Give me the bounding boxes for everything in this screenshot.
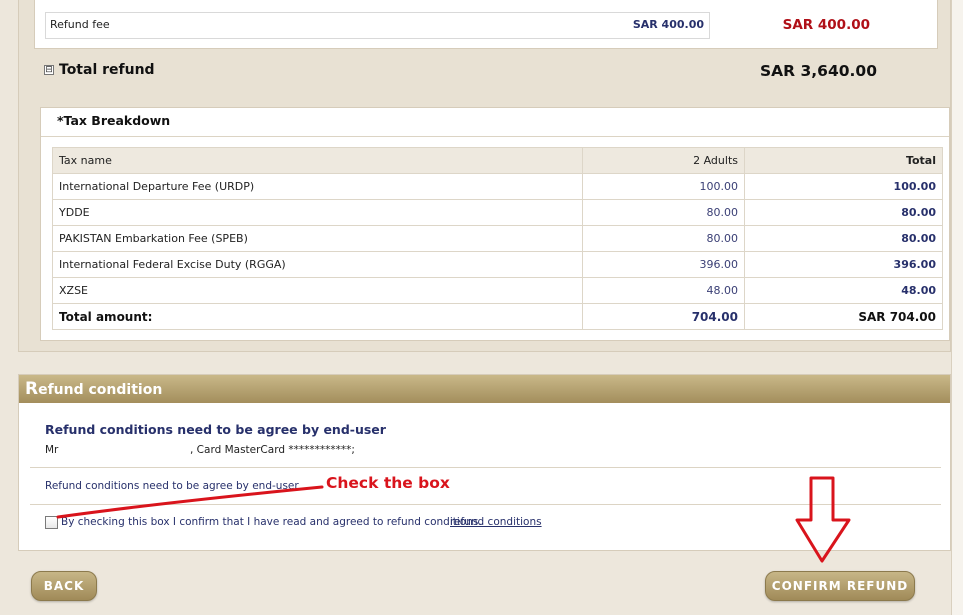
column-header-adults: 2 Adults	[582, 147, 745, 174]
tax-adults-cell: 80.00	[582, 199, 745, 226]
tax-total-cell: 100.00	[744, 173, 943, 200]
confirm-refund-button[interactable]: CONFIRM REFUND	[765, 571, 915, 601]
tax-total-cell: 48.00	[744, 277, 943, 304]
table-row: International Departure Fee (URDP) 100.0…	[52, 173, 943, 200]
page-right-edge	[951, 0, 963, 615]
agree-checkbox[interactable]	[45, 516, 58, 529]
total-refund-value: SAR 3,640.00	[760, 62, 877, 80]
tax-total-cell: 396.00	[744, 251, 943, 278]
table-row: International Federal Excise Duty (RGGA)…	[52, 251, 943, 278]
tax-name-cell: XZSE	[52, 277, 583, 304]
column-header-total: Total	[744, 147, 943, 174]
tax-name-cell: YDDE	[52, 199, 583, 226]
passenger-title: Mr	[45, 444, 59, 456]
total-amount-row: Total amount: 704.00 SAR 704.00	[52, 303, 943, 330]
collapse-icon[interactable]: ⊟	[44, 65, 54, 75]
tax-name-cell: International Departure Fee (URDP)	[52, 173, 583, 200]
total-amount-value: SAR 704.00	[744, 303, 943, 330]
table-row: YDDE 80.00 80.00	[52, 199, 943, 226]
refund-condition-heading: Refund conditions need to be agree by en…	[45, 422, 386, 437]
table-row: PAKISTAN Embarkation Fee (SPEB) 80.00 80…	[52, 225, 943, 252]
back-button[interactable]: BACK	[31, 571, 97, 601]
divider	[30, 504, 941, 505]
column-header-tax-name: Tax name	[52, 147, 583, 174]
tax-breakdown-title: *Tax Breakdown	[57, 113, 171, 128]
tax-adults-cell: 80.00	[582, 225, 745, 252]
tax-adults-cell: 396.00	[582, 251, 745, 278]
title-rest: efund condition	[38, 382, 163, 398]
total-amount-label: Total amount:	[52, 303, 583, 330]
annotation-label: Check the box	[326, 474, 450, 492]
tax-total-cell: 80.00	[744, 225, 943, 252]
tax-name-cell: PAKISTAN Embarkation Fee (SPEB)	[52, 225, 583, 252]
refund-condition-text: Refund conditions need to be agree by en…	[45, 480, 299, 492]
table-header-row: Tax name 2 Adults Total	[52, 147, 943, 174]
refund-condition-title: Refund condition	[25, 379, 162, 399]
tax-adults-cell: 100.00	[582, 173, 745, 200]
tax-name-cell: International Federal Excise Duty (RGGA)	[52, 251, 583, 278]
refund-conditions-link[interactable]: refund conditions	[450, 516, 542, 528]
table-row: XZSE 48.00 48.00	[52, 277, 943, 304]
divider	[41, 136, 949, 137]
refund-fee-value: SAR 400.00	[632, 18, 704, 31]
divider	[30, 467, 941, 468]
card-info: , Card MasterCard ************;	[190, 444, 355, 456]
refund-fee-label: Refund fee	[50, 18, 110, 31]
total-refund-label: Total refund	[59, 62, 155, 78]
tax-total-cell: 80.00	[744, 199, 943, 226]
agree-checkbox-label[interactable]: By checking this box I confirm that I ha…	[61, 516, 482, 528]
tax-breakdown-table: Tax name 2 Adults Total International De…	[52, 147, 943, 330]
tax-adults-cell: 48.00	[582, 277, 745, 304]
refund-fee-total: SAR 400.00	[782, 17, 870, 33]
total-amount-adults: 704.00	[582, 303, 745, 330]
title-initial: R	[25, 379, 39, 399]
